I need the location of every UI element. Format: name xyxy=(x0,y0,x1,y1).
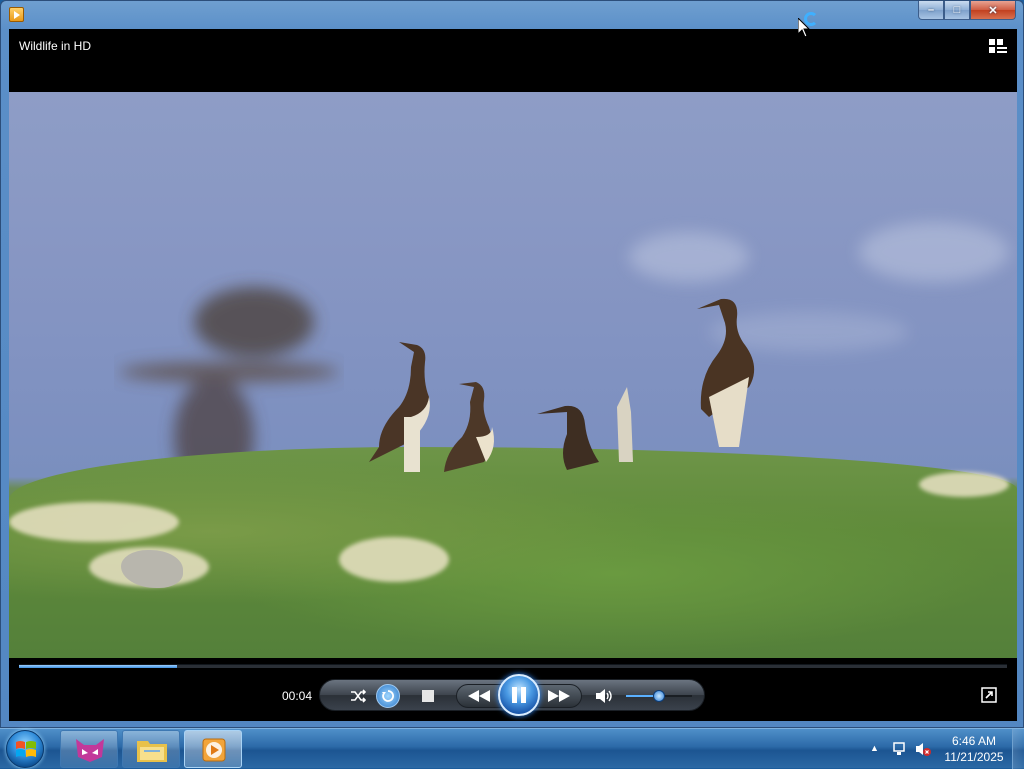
maximize-button[interactable]: □ xyxy=(944,1,970,20)
rewind-icon[interactable] xyxy=(456,684,502,708)
playback-controls xyxy=(319,674,705,716)
taskbar-item-fox-app[interactable] xyxy=(60,730,118,768)
bird xyxy=(444,382,494,472)
title-bar[interactable]: – □ ✕ xyxy=(1,1,1023,29)
bird xyxy=(537,405,599,470)
shuffle-icon[interactable] xyxy=(348,686,368,706)
seek-progress xyxy=(19,665,178,668)
stop-icon[interactable] xyxy=(418,686,438,706)
fox-app-icon xyxy=(76,739,104,762)
network-icon[interactable] xyxy=(891,741,907,757)
taskbar-item-media-player[interactable] xyxy=(184,730,242,768)
show-desktop-button[interactable] xyxy=(1012,729,1024,769)
busy-indicator-icon xyxy=(804,12,818,26)
elapsed-time: 00:04 xyxy=(282,689,313,703)
start-button[interactable] xyxy=(6,730,44,768)
seek-bar[interactable] xyxy=(19,664,1007,668)
media-player-icon[interactable] xyxy=(9,7,24,22)
video-frame[interactable] xyxy=(9,92,1017,658)
clock-time: 6:46 AM xyxy=(951,734,997,748)
media-player-window: – □ ✕ Wildlife in HD 00:04 xyxy=(0,0,1024,728)
media-player-icon xyxy=(202,738,226,762)
repeat-icon[interactable] xyxy=(376,684,400,708)
show-hidden-icons-icon[interactable]: ▲ xyxy=(870,743,879,753)
minimize-button[interactable]: – xyxy=(918,1,944,20)
system-clock[interactable]: 6:46 AM 11/21/2025 xyxy=(940,733,1008,765)
taskbar-item-file-explorer[interactable] xyxy=(122,730,180,768)
pause-icon[interactable] xyxy=(498,674,540,716)
now-playing-title: Wildlife in HD xyxy=(19,39,92,53)
volume-muted-icon[interactable] xyxy=(915,741,931,757)
taskbar: ▲ 6:46 AM 11/21/2025 xyxy=(0,728,1024,769)
bird xyxy=(697,298,755,447)
close-button[interactable]: ✕ xyxy=(970,1,1016,20)
windows-logo-icon xyxy=(16,741,36,757)
clock-date: 11/21/2025 xyxy=(944,750,1004,764)
speaker-icon[interactable] xyxy=(594,686,616,706)
volume-knob[interactable] xyxy=(653,690,665,702)
fullscreen-icon[interactable] xyxy=(981,687,997,703)
fast-forward-icon[interactable] xyxy=(536,684,582,708)
now-playing-area: Wildlife in HD 00:04 xyxy=(9,29,1017,721)
driftwood xyxy=(617,387,633,462)
folder-icon xyxy=(137,741,167,762)
window-controls: – □ ✕ xyxy=(918,1,1016,21)
switch-to-library-icon[interactable] xyxy=(989,39,1007,55)
